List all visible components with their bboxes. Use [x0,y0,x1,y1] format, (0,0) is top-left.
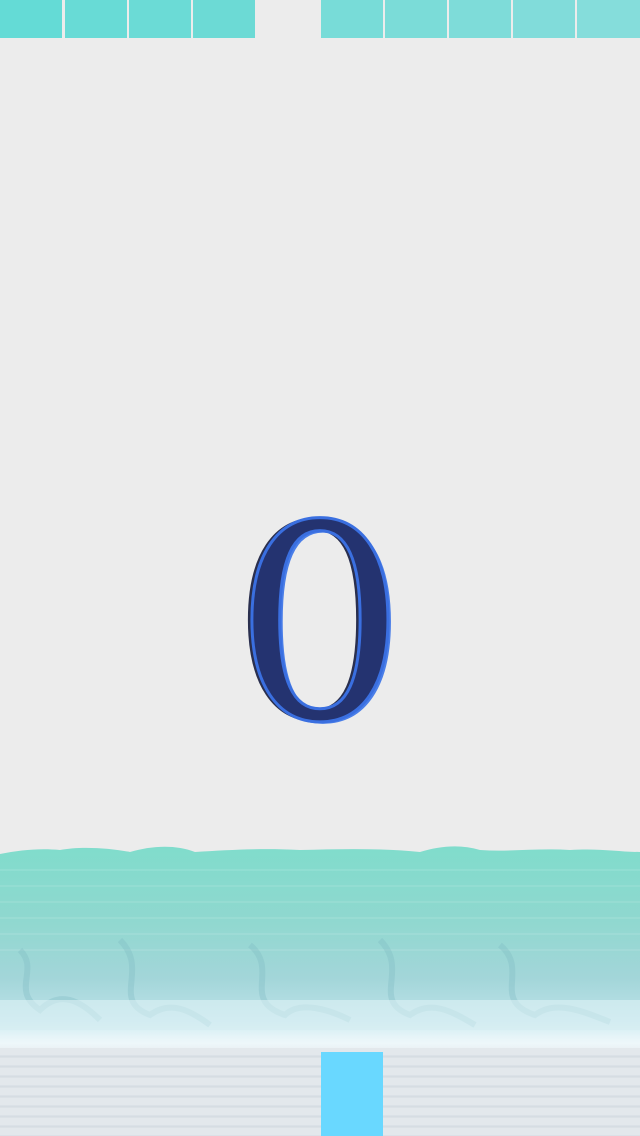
floor [0,1048,640,1136]
top-block [385,0,447,38]
game-stage[interactable]: 0 [0,0,640,1136]
player-block[interactable] [321,1052,383,1136]
score-counter: 0 [233,467,408,782]
water-surface [0,846,640,1050]
top-block [321,0,383,38]
top-obstacle-row [0,0,640,38]
top-block [577,0,640,38]
top-block [513,0,575,38]
top-block [65,0,127,38]
top-block [129,0,191,38]
top-block [193,0,255,38]
top-block [449,0,511,38]
top-block [0,0,62,38]
